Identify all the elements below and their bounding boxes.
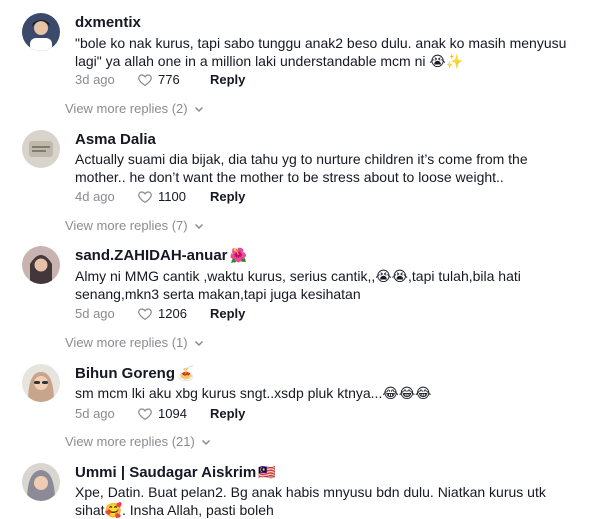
heart-outline-icon[interactable] xyxy=(137,306,153,322)
view-more-replies-button[interactable]: View more replies (1) xyxy=(65,334,204,352)
comment-meta: 5d ago 1206 Reply xyxy=(75,305,245,323)
view-replies-label: View more replies (2) xyxy=(65,101,188,116)
view-more-replies-button[interactable]: View more replies (21) xyxy=(65,433,211,451)
comment-username[interactable]: Asma Dalia xyxy=(75,130,158,149)
comment-text: Xpe, Datin. Buat pelan2. Bg anak habis m… xyxy=(75,484,546,518)
comment-meta: 4d ago 1100 Reply xyxy=(75,188,245,206)
like-count: 776 xyxy=(158,72,180,87)
reply-button[interactable]: Reply xyxy=(210,188,245,206)
chevron-down-icon xyxy=(194,221,204,231)
comment-date: 4d ago xyxy=(75,189,115,204)
user-avatar-icon[interactable] xyxy=(22,246,60,284)
user-avatar-icon[interactable] xyxy=(22,364,60,402)
comment-username[interactable]: Ummi | Saudagar Aiskrim 🇲🇾 xyxy=(75,463,276,482)
comment-text: Almy ni MMG cantik ,waktu kurus, serius … xyxy=(75,268,521,302)
like-count: 1206 xyxy=(158,306,187,321)
comment-username[interactable]: Bihun Goreng 🍝 xyxy=(75,364,194,383)
view-more-replies-button[interactable]: View more replies (2) xyxy=(65,100,204,118)
heart-outline-icon[interactable] xyxy=(137,189,153,205)
view-replies-label: View more replies (1) xyxy=(65,335,188,350)
chevron-down-icon xyxy=(201,437,211,447)
reply-button[interactable]: Reply xyxy=(210,305,245,323)
chevron-down-icon xyxy=(194,338,204,348)
view-replies-label: View more replies (7) xyxy=(65,218,188,233)
user-avatar-icon[interactable] xyxy=(22,463,60,501)
comment-meta: 5d ago 1094 Reply xyxy=(75,405,245,423)
reply-button[interactable]: Reply xyxy=(210,71,245,89)
heart-outline-icon[interactable] xyxy=(137,72,153,88)
reply-button[interactable]: Reply xyxy=(210,405,245,423)
comment-date: 5d ago xyxy=(75,406,115,421)
comment-text: Actually suami dia bijak, dia tahu yg to… xyxy=(75,151,528,185)
user-avatar-icon[interactable] xyxy=(22,130,60,168)
user-avatar-icon[interactable] xyxy=(22,13,60,51)
view-more-replies-button[interactable]: View more replies (7) xyxy=(65,217,204,235)
like-count: 1100 xyxy=(158,189,186,204)
comment-text: "bole ko nak kurus, tapi sabo tunggu ana… xyxy=(75,35,567,69)
heart-outline-icon[interactable] xyxy=(137,406,153,422)
view-replies-label: View more replies (21) xyxy=(65,434,195,449)
chevron-down-icon xyxy=(194,104,204,114)
comment-meta: 3d ago 776 Reply xyxy=(75,71,245,89)
comment-username[interactable]: dxmentix xyxy=(75,13,143,32)
like-count: 1094 xyxy=(158,406,187,421)
comment-text: sm mcm lki aku xbg kurus sngt..xsdp pluk… xyxy=(75,385,432,401)
comment-date: 5d ago xyxy=(75,306,115,321)
comment-date: 3d ago xyxy=(75,72,115,87)
comment-username[interactable]: sand.ZAHIDAH-anuar 🌺 xyxy=(75,246,247,265)
